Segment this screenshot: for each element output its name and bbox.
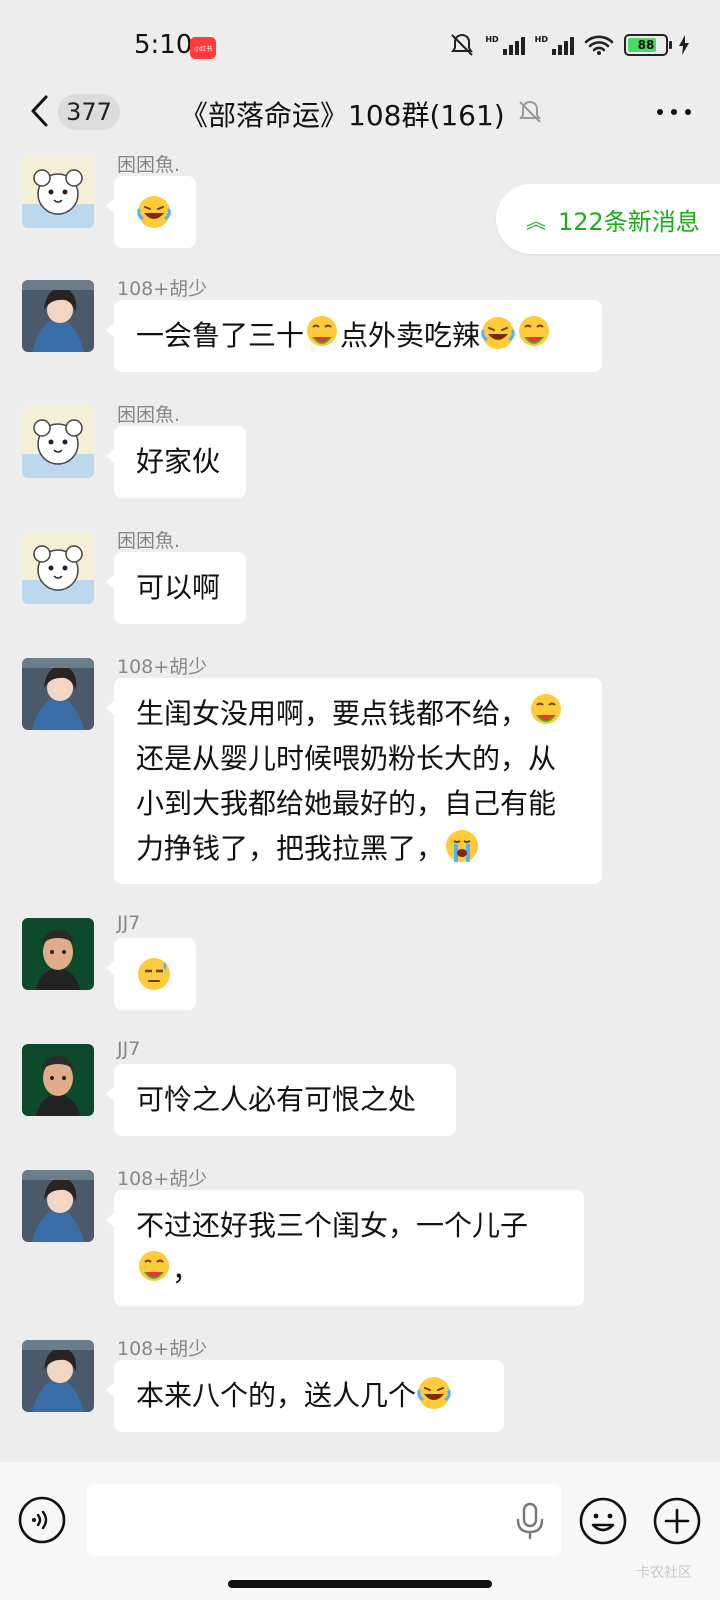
more-options-icon[interactable] [654,98,694,126]
sender-name: 困困魚. [117,404,181,426]
cartoon-man-avatar[interactable] [22,1044,94,1116]
plus-icon[interactable] [652,1496,702,1546]
watermelon-emoji-icon [136,1250,172,1286]
laugh-cry-emoji-icon [480,315,516,351]
sweat-emoji-icon [136,956,172,992]
cat-cartoon-avatar[interactable] [22,406,94,478]
muted-bell-icon [519,100,541,123]
sender-name: 108+胡少 [117,278,208,300]
message-text: 还是从婴儿时候喂奶粉长大的，从 [136,742,557,775]
xiaohongshu-app-icon: 小红书 [190,37,216,59]
hd-label: HD [534,35,548,44]
voice-input-icon[interactable] [18,1496,66,1544]
message-bubble[interactable]: 生闺女没用啊，要点钱都不给， 还是从婴儿时候喂奶粉长大的，从 小到大我都给她最好… [106,678,602,884]
status-time: 5:10 [134,30,193,60]
anime-girl-avatar[interactable] [22,658,94,730]
wifi-icon [584,35,614,55]
message-text: 力挣钱了，把我拉黑了， [136,832,445,865]
battery-icon: 88 [624,34,672,56]
message-text: 可以啊 [136,571,221,604]
watermelon-emoji-icon [304,315,340,351]
battery-level: 88 [637,38,655,52]
hd-label: HD [485,35,499,44]
new-messages-label: 122条新消息 [558,207,700,236]
message-bubble[interactable]: 不过还好我三个闺女，一个儿子 ， [106,1190,584,1306]
message-bubble[interactable]: 可怜之人必有可恨之处 [106,1064,456,1136]
message-text: 可怜之人必有可恨之处 [136,1083,417,1116]
message-bubble[interactable]: 可以啊 [106,552,246,624]
double-chevron-up-icon: ︽ [526,208,546,233]
message-text: 生闺女没用啊，要点钱都不给， [136,697,529,730]
message-text: 本来八个的，送人几个 [136,1379,417,1412]
chat-header: 377 《部落命运》108群(161) [0,80,720,144]
message-text: 好家伙 [136,445,221,478]
anime-girl-avatar[interactable] [22,1340,94,1412]
message-input[interactable] [86,1484,562,1556]
chat-title: 《部落命运》108群(161) [180,99,505,132]
message-bubble[interactable] [106,938,196,1010]
charging-bolt-icon [679,35,689,55]
anime-girl-avatar[interactable] [22,1170,94,1242]
cat-cartoon-avatar[interactable] [22,532,94,604]
message-text: ， [172,1254,201,1287]
message-text: 不过还好我三个闺女，一个儿子 [136,1209,529,1242]
crying-emoji-icon [444,828,480,864]
cartoon-man-avatar[interactable] [22,918,94,990]
watermelon-emoji-icon [528,693,564,729]
unread-count-badge[interactable]: 377 [58,94,120,130]
laugh-cry-emoji-icon [416,1375,452,1411]
sender-name: JJ7 [117,912,141,934]
laugh-cry-emoji-icon [136,194,172,230]
anime-girl-avatar[interactable] [22,280,94,352]
signal-1-icon: HD [485,35,525,55]
signal-2-icon: HD [535,35,574,55]
watermark: 卡农社区 [636,1565,692,1581]
sender-name: 108+胡少 [117,1338,208,1360]
mute-bell-icon [451,33,474,56]
message-bubble[interactable]: 好家伙 [106,426,246,498]
message-bubble[interactable]: 一会鲁了三十 点外卖吃辣 [106,300,602,372]
message-bubble[interactable]: 本来八个的，送人几个 [106,1360,504,1432]
back-arrow-icon[interactable] [26,94,56,128]
emoji-icon[interactable] [578,1496,628,1546]
home-indicator[interactable] [228,1580,492,1588]
message-text: 点外卖吃辣 [340,319,481,352]
microphone-icon[interactable] [514,1502,546,1540]
sender-name: 困困魚. [117,530,181,552]
cat-cartoon-avatar[interactable] [22,156,94,228]
input-bar: 卡农社区 [0,1462,720,1600]
message-text: 一会鲁了三十 [136,319,305,352]
message-bubble[interactable] [106,176,196,248]
watermelon-emoji-icon [516,315,552,351]
sender-name: 困困魚. [117,154,181,176]
new-messages-button[interactable]: ︽ 122条新消息 [496,184,720,254]
sender-name: 108+胡少 [117,656,208,678]
sender-name: 108+胡少 [117,1168,208,1190]
message-text: 小到大我都给她最好的，自己有能 [136,787,557,820]
sender-name: JJ7 [117,1038,141,1060]
